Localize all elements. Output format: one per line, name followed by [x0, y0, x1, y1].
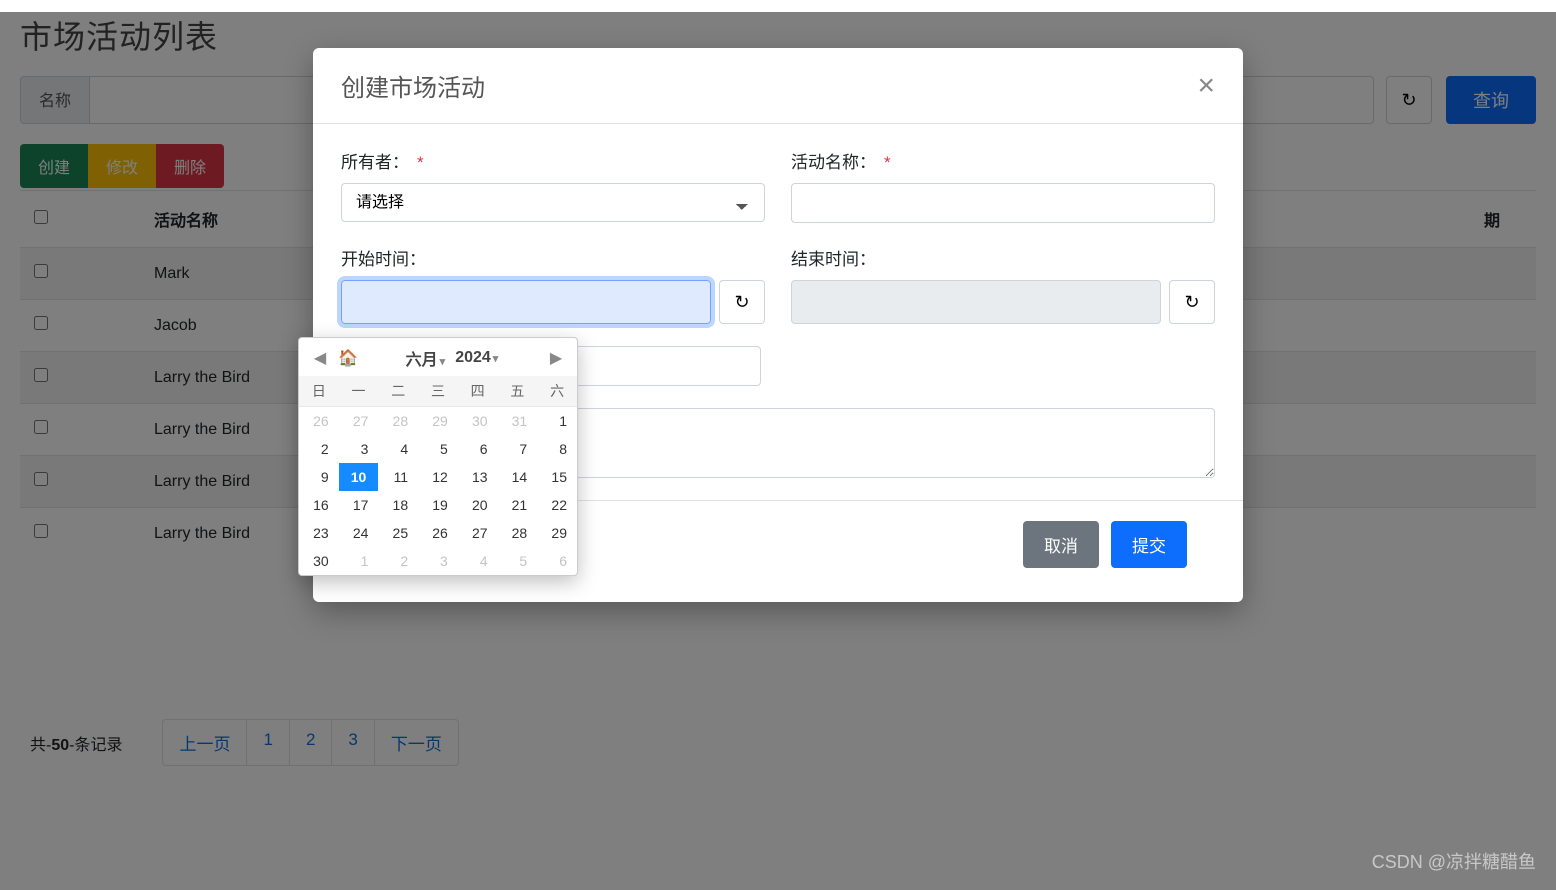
day-cell[interactable]: 26 [299, 407, 339, 436]
weekday-label: 三 [418, 376, 458, 407]
day-cell[interactable]: 10 [339, 463, 379, 491]
day-cell[interactable]: 1 [537, 407, 577, 436]
watermark: CSDN @凉拌糖醋鱼 [1372, 848, 1536, 874]
day-cell[interactable]: 27 [339, 407, 379, 436]
start-time-label: 开始时间： [341, 245, 765, 270]
day-cell[interactable]: 6 [458, 435, 498, 463]
day-cell[interactable]: 30 [458, 407, 498, 436]
submit-button[interactable]: 提交 [1111, 521, 1187, 568]
day-cell[interactable]: 3 [418, 547, 458, 575]
day-cell[interactable]: 17 [339, 491, 379, 519]
weekday-label: 四 [458, 376, 498, 407]
end-time-input[interactable] [791, 280, 1161, 324]
datepicker-title: 六月▾ 2024▾ [406, 346, 499, 370]
datepicker-header: ◀ 🏠 六月▾ 2024▾ ▶ [299, 338, 577, 376]
year-label[interactable]: 2024 [455, 349, 491, 366]
prev-month-icon[interactable]: ◀ [309, 347, 331, 369]
day-cell[interactable]: 16 [299, 491, 339, 519]
day-cell[interactable]: 26 [418, 519, 458, 547]
day-cell[interactable]: 15 [537, 463, 577, 491]
next-month-icon[interactable]: ▶ [545, 347, 567, 369]
day-cell[interactable]: 27 [458, 519, 498, 547]
day-cell[interactable]: 28 [378, 407, 418, 436]
day-cell[interactable]: 1 [339, 547, 379, 575]
activity-name-input[interactable] [791, 183, 1215, 223]
day-cell[interactable]: 4 [378, 435, 418, 463]
day-cell[interactable]: 8 [537, 435, 577, 463]
day-cell[interactable]: 9 [299, 463, 339, 491]
day-cell[interactable]: 28 [498, 519, 538, 547]
day-cell[interactable]: 19 [418, 491, 458, 519]
day-cell[interactable]: 3 [339, 435, 379, 463]
day-cell[interactable]: 11 [378, 463, 418, 491]
day-cell[interactable]: 5 [498, 547, 538, 575]
datepicker: ◀ 🏠 六月▾ 2024▾ ▶ 日一二三四五六 2627282930311234… [298, 337, 578, 576]
end-time-clear-icon[interactable]: ↻ [1169, 280, 1215, 324]
owner-label: 所有者：* [341, 148, 765, 173]
weekday-label: 一 [339, 376, 379, 407]
day-cell[interactable]: 7 [498, 435, 538, 463]
activity-name-label: 活动名称：* [791, 148, 1215, 173]
day-cell[interactable]: 4 [458, 547, 498, 575]
day-cell[interactable]: 2 [299, 435, 339, 463]
day-cell[interactable]: 25 [378, 519, 418, 547]
cancel-button[interactable]: 取消 [1023, 521, 1099, 568]
day-cell[interactable]: 13 [458, 463, 498, 491]
weekday-label: 日 [299, 376, 339, 407]
day-cell[interactable]: 23 [299, 519, 339, 547]
weekday-label: 六 [537, 376, 577, 407]
day-cell[interactable]: 6 [537, 547, 577, 575]
day-cell[interactable]: 18 [378, 491, 418, 519]
day-cell[interactable]: 29 [418, 407, 458, 436]
modal-header: 创建市场活动 × [313, 48, 1243, 124]
start-time-clear-icon[interactable]: ↻ [719, 280, 765, 324]
day-cell[interactable]: 31 [498, 407, 538, 436]
weekday-label: 二 [378, 376, 418, 407]
day-cell[interactable]: 21 [498, 491, 538, 519]
day-cell[interactable]: 29 [537, 519, 577, 547]
datepicker-grid: 日一二三四五六 26272829303112345678910111213141… [299, 376, 577, 575]
day-cell[interactable]: 20 [458, 491, 498, 519]
day-cell[interactable]: 24 [339, 519, 379, 547]
close-icon[interactable]: × [1197, 71, 1215, 101]
weekday-label: 五 [498, 376, 538, 407]
day-cell[interactable]: 5 [418, 435, 458, 463]
day-cell[interactable]: 2 [378, 547, 418, 575]
day-cell[interactable]: 22 [537, 491, 577, 519]
end-time-label: 结束时间： [791, 245, 1215, 270]
home-icon[interactable]: 🏠 [337, 347, 359, 369]
month-label[interactable]: 六月 [406, 352, 438, 369]
day-cell[interactable]: 12 [418, 463, 458, 491]
owner-select[interactable]: 请选择 [341, 183, 765, 222]
day-cell[interactable]: 30 [299, 547, 339, 575]
start-time-input[interactable] [341, 280, 711, 324]
day-cell[interactable]: 14 [498, 463, 538, 491]
modal-title: 创建市场活动 [341, 68, 485, 103]
